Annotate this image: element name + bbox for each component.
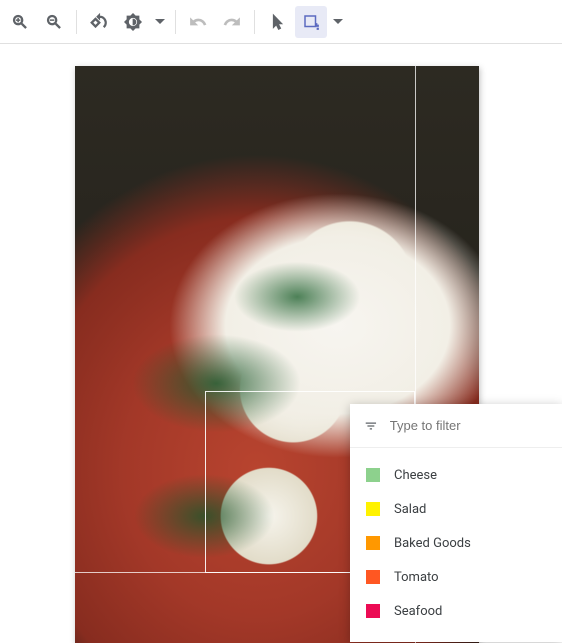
color-swatch — [366, 604, 380, 618]
label-list: Cheese Salad Baked Goods Tomato Seafood — [350, 448, 562, 642]
toolbar-separator — [76, 10, 77, 34]
label-name: Baked Goods — [394, 536, 471, 551]
label-item[interactable]: Cheese — [350, 458, 562, 492]
toolbar — [0, 0, 562, 44]
pointer-icon — [268, 13, 286, 31]
filter-input[interactable] — [390, 418, 548, 433]
color-swatch — [366, 570, 380, 584]
filter-icon — [364, 418, 378, 434]
canvas-area: Cheese Salad Baked Goods Tomato Seafood — [0, 44, 562, 643]
bounding-box-icon — [302, 13, 320, 31]
pointer-tool-button[interactable] — [261, 6, 293, 38]
toolbar-separator — [175, 10, 176, 34]
label-item[interactable]: Tomato — [350, 560, 562, 594]
brightness-icon — [124, 13, 142, 31]
label-item[interactable]: Seafood — [350, 594, 562, 628]
filter-row — [350, 404, 562, 448]
rotate-button[interactable] — [83, 6, 115, 38]
label-picker-panel: Cheese Salad Baked Goods Tomato Seafood — [350, 404, 562, 642]
zoom-out-button[interactable] — [38, 6, 70, 38]
label-item[interactable]: Baked Goods — [350, 526, 562, 560]
toolbar-separator — [254, 10, 255, 34]
brightness-dropdown[interactable] — [151, 6, 169, 38]
label-item[interactable]: Salad — [350, 492, 562, 526]
zoom-out-icon — [45, 13, 63, 31]
color-swatch — [366, 536, 380, 550]
redo-icon — [223, 13, 241, 31]
bounding-box-tool-button[interactable] — [295, 6, 327, 38]
redo-button[interactable] — [216, 6, 248, 38]
label-name: Salad — [394, 502, 426, 517]
label-name: Tomato — [394, 570, 439, 585]
brightness-button[interactable] — [117, 6, 149, 38]
rotate-icon — [90, 13, 108, 31]
chevron-down-icon — [333, 17, 343, 27]
color-swatch — [366, 468, 380, 482]
undo-button[interactable] — [182, 6, 214, 38]
chevron-down-icon — [155, 17, 165, 27]
zoom-in-icon — [11, 13, 29, 31]
color-swatch — [366, 502, 380, 516]
zoom-in-button[interactable] — [4, 6, 36, 38]
bounding-box-dropdown[interactable] — [329, 6, 347, 38]
label-name: Seafood — [394, 604, 442, 619]
undo-icon — [189, 13, 207, 31]
label-name: Cheese — [394, 468, 437, 483]
